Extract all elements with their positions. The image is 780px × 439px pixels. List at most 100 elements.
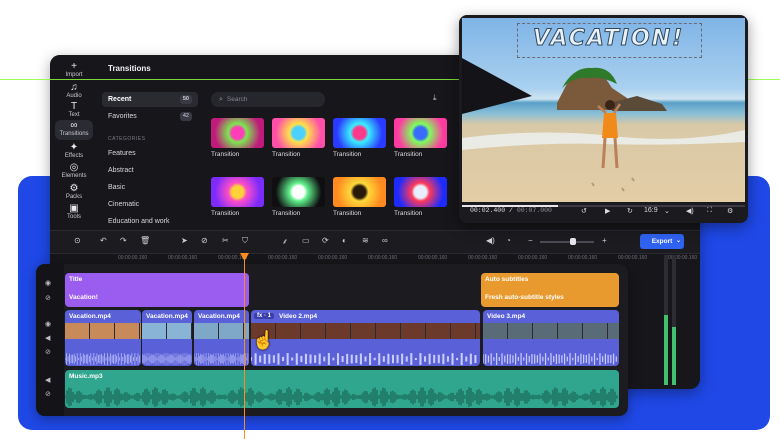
sidebar-item-audio[interactable]: ♫ Audio — [50, 82, 98, 99]
undo-icon[interactable]: ↶ — [100, 236, 107, 245]
zoom-slider[interactable] — [540, 241, 594, 243]
transition-thumbnail[interactable] — [394, 177, 447, 207]
rewind-icon[interactable]: ↺ — [581, 207, 587, 215]
video-frames — [142, 323, 192, 339]
audio-waveform — [483, 353, 617, 365]
video-clip[interactable]: Vacation.mp4 — [142, 310, 192, 366]
playhead[interactable] — [244, 255, 245, 439]
elements-icon: ◎ — [69, 162, 79, 173]
sidebar-item-import[interactable]: + Import — [50, 61, 98, 78]
aspect-ratio[interactable]: 16:9 — [644, 207, 658, 214]
eye-icon[interactable]: ◉ — [45, 279, 51, 287]
sidebar-item-transitions[interactable]: ∞ Transitions — [55, 120, 93, 140]
transition-label: Transition — [333, 151, 362, 158]
tools-icon: ▣ — [69, 203, 79, 214]
volume-icon[interactable]: ◀) — [486, 236, 495, 245]
category-recent[interactable]: Recent 50 — [102, 92, 198, 107]
transition-label: Transition — [211, 151, 240, 158]
ripple-icon[interactable]: ⊘ — [201, 236, 208, 245]
download-icon[interactable]: ⤓ — [433, 93, 437, 103]
marker-icon[interactable]: ⛉ — [242, 236, 248, 246]
track-controls: ◉ ⊘ ◉ ◀ ⊘ ◀ ⊘ — [36, 264, 64, 416]
rotate-icon[interactable]: ⟳ — [322, 236, 329, 245]
voiceover-icon[interactable]: ⸙ — [282, 236, 288, 247]
video-clip[interactable]: Vacation.mp4 — [65, 310, 141, 366]
transition-thumbnail[interactable] — [333, 177, 386, 207]
delete-icon[interactable]: 🗑 — [140, 236, 150, 245]
volume-icon[interactable]: ◀) — [686, 207, 694, 215]
video-clip[interactable]: Video 3.mp4 — [483, 310, 619, 366]
audio-waveform — [142, 353, 192, 365]
video-clip[interactable]: fx · 1 Video 2.mp4 — [251, 310, 480, 366]
sidebar-item-packs[interactable]: ⚙ Packs — [50, 183, 98, 200]
cut-icon[interactable]: ✂ — [222, 236, 229, 245]
search-input[interactable]: ⌕ Search — [211, 92, 325, 107]
cursor-hand-icon: ☝ — [252, 330, 275, 350]
transition-thumbnail[interactable] — [211, 118, 264, 148]
music-clip[interactable]: Music.mp3 — [65, 370, 619, 408]
forward-icon[interactable]: ↻ — [627, 207, 633, 215]
video-clip[interactable]: Vacation.mp4 — [194, 310, 249, 366]
color-icon[interactable]: ◐ — [342, 236, 347, 245]
hide-icon[interactable]: ⊘ — [45, 294, 51, 302]
record-icon[interactable]: ⊙ — [74, 236, 81, 245]
sidebar-item-effects[interactable]: ✦ Effects — [50, 142, 98, 159]
effects-icon: ✦ — [69, 142, 79, 153]
adjust-icon[interactable]: ≋ — [362, 236, 369, 245]
chevron-down-icon[interactable]: ⌄ — [664, 207, 670, 215]
transition-label: Transition — [394, 210, 423, 217]
ruler-tick: 00:00:00.160 — [168, 255, 198, 261]
sidebar-rail: + Import ♫ Audio T Text ∞ Transitions ✦ Effec… — [50, 55, 98, 230]
category-features[interactable]: Features — [102, 146, 198, 161]
category-education[interactable]: Education and work — [102, 214, 198, 229]
transition-thumbnail[interactable] — [211, 177, 264, 207]
category-cinematic[interactable]: Cinematic — [102, 197, 198, 212]
transition-label: Transition — [211, 210, 240, 217]
zoom-in-icon[interactable]: + — [602, 236, 607, 245]
hide-icon[interactable]: ⊘ — [45, 390, 51, 398]
eye-icon[interactable]: ◉ — [45, 320, 51, 328]
play-icon[interactable]: ▶ — [605, 207, 610, 215]
audio-waveform — [251, 353, 477, 365]
category-basic[interactable]: Basic — [102, 180, 198, 195]
zoom-out-icon[interactable]: − — [528, 236, 533, 245]
transition-thumbnail[interactable] — [272, 177, 325, 207]
sidebar-item-text[interactable]: T Text — [50, 101, 98, 118]
ruler-tick: 00:00:00.160 — [118, 255, 148, 261]
category-favorites[interactable]: Favorites 42 — [102, 109, 198, 124]
ruler-tick: 00:00:00.160 — [618, 255, 648, 261]
link-icon[interactable]: ∞ — [382, 236, 388, 245]
crop-icon[interactable]: ▭ — [302, 236, 310, 245]
subtitles-clip[interactable]: Auto subtitles Fresh auto-subtitle style… — [481, 273, 619, 307]
transition-thumbnail[interactable] — [272, 118, 325, 148]
transition-thumbnail[interactable] — [394, 118, 447, 148]
ruler-tick: 00:00:00.160 — [468, 255, 498, 261]
ruler-tick: 00:00:00.160 — [518, 255, 548, 261]
plus-icon: + — [71, 61, 77, 72]
settings-icon[interactable]: ⚙ — [727, 207, 733, 215]
video-frames — [65, 323, 141, 339]
count-badge: 42 — [179, 112, 192, 121]
transition-thumbnail[interactable] — [333, 118, 386, 148]
redo-icon[interactable]: ↷ — [120, 236, 127, 245]
speed-icon[interactable]: ◔ — [506, 236, 511, 245]
sidebar-item-elements[interactable]: ◎ Elements — [50, 162, 98, 179]
timeline-toolbar: ⊙ ↶ ↷ 🗑 ➤ ⊘ ✂ ⛉ ⸙ ▭ ⟳ ◐ ≋ ∞ ◀) ◔ − + Exp… — [50, 230, 700, 254]
volume-icon[interactable]: ◀ — [45, 376, 50, 384]
time-display: 00:02.400 / 00:07.000 — [470, 207, 552, 214]
ruler-tick: 00:00:00.160 — [568, 255, 598, 261]
text-icon: T — [70, 101, 78, 112]
export-button[interactable]: Export ⌄ — [640, 234, 684, 249]
hide-icon[interactable]: ⊘ — [45, 348, 51, 356]
select-icon[interactable]: ➤ — [181, 236, 188, 245]
audio-waveform — [194, 353, 249, 365]
volume-icon[interactable]: ◀ — [45, 334, 50, 342]
video-frames — [194, 323, 249, 339]
zoom-knob[interactable] — [570, 238, 576, 245]
packs-icon: ⚙ — [69, 183, 79, 194]
title-clip[interactable]: Title Vacation! — [65, 273, 249, 307]
sidebar-item-tools[interactable]: ▣ Tools — [50, 203, 98, 220]
category-abstract[interactable]: Abstract — [102, 163, 198, 178]
fullscreen-icon[interactable]: ⛶ — [707, 207, 712, 215]
overlay-title: VACATION! — [532, 26, 685, 52]
